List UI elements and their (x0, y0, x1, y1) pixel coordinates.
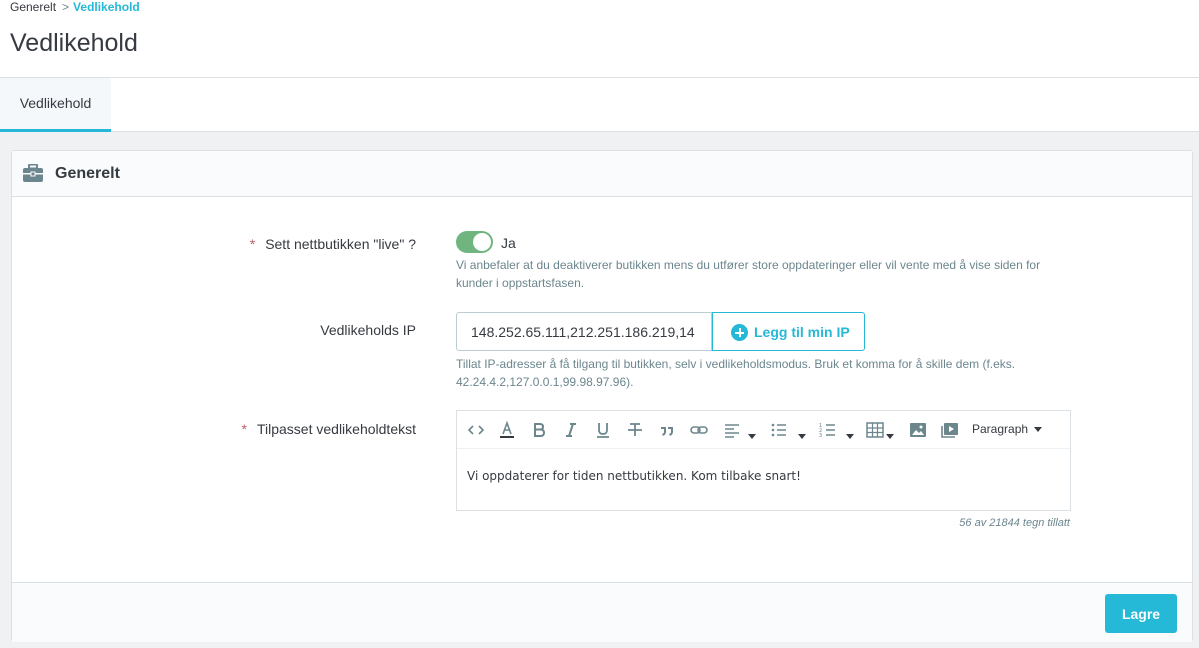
text-color-icon[interactable] (497, 420, 517, 440)
format-dropdown[interactable]: Paragraph (972, 422, 1043, 436)
toggle-knob (473, 233, 491, 251)
shop-live-help: Vi anbefaler at du deaktiverer butikken … (456, 258, 1041, 290)
link-icon[interactable] (689, 420, 709, 440)
maintenance-ip-input[interactable] (456, 312, 712, 351)
table-icon[interactable] (865, 420, 885, 440)
breadcrumb-separator: > (62, 0, 70, 14)
numbered-list-dropdown-icon[interactable] (846, 428, 854, 448)
maintenance-ip-help: Tillat IP-adresser å få tilgang til buti… (456, 357, 1016, 389)
svg-text:3: 3 (819, 433, 822, 439)
tab-vedlikehold[interactable]: Vedlikehold (0, 78, 111, 132)
video-icon[interactable] (940, 420, 960, 440)
editor-toolbar: 123 Paragraph (457, 411, 1070, 449)
align-dropdown-icon[interactable] (748, 428, 756, 448)
required-mark: * (249, 236, 256, 252)
briefcase-icon (23, 164, 43, 182)
editor-content[interactable]: Vi oppdaterer for tiden nettbutikken. Ko… (467, 469, 801, 483)
italic-icon[interactable] (561, 420, 581, 440)
strikethrough-icon[interactable] (625, 420, 645, 440)
align-left-icon[interactable] (722, 420, 742, 440)
breadcrumb-current[interactable]: Vedlikehold (73, 0, 140, 14)
underline-icon[interactable] (593, 420, 613, 440)
table-dropdown-icon[interactable] (886, 428, 894, 448)
bullet-list-icon[interactable] (769, 420, 789, 440)
breadcrumb-parent[interactable]: Generelt (10, 0, 56, 14)
save-button[interactable]: Lagre (1105, 594, 1177, 633)
bullet-list-dropdown-icon[interactable] (798, 428, 806, 448)
numbered-list-icon[interactable]: 123 (818, 420, 838, 440)
maintenance-text-label: * Tilpasset vedlikeholdtekst (241, 421, 416, 437)
shop-live-label: * Sett nettbutikken "live" ? (249, 236, 416, 252)
required-mark: * (241, 421, 247, 437)
bold-icon[interactable] (529, 420, 549, 440)
page-header: Generelt > Vedlikehold Vedlikehold (0, 0, 1199, 78)
add-my-ip-button[interactable]: Legg til min IP (712, 312, 865, 351)
card-title: Generelt (55, 165, 120, 182)
character-counter: 56 av 21844 tegn tillatt (959, 517, 1070, 529)
card-header: Generelt (12, 151, 1192, 197)
image-icon[interactable] (908, 420, 928, 440)
shop-live-toggle[interactable] (456, 231, 493, 253)
maintenance-card: Generelt * Sett nettbutikken "live" ? Ja … (11, 150, 1193, 642)
chevron-down-icon (1034, 427, 1043, 433)
plus-circle-icon (731, 324, 748, 341)
page-title: Vedlikehold (10, 29, 138, 57)
maintenance-ip-label: Vedlikeholds IP (320, 322, 416, 338)
rich-text-editor[interactable]: 123 Paragraph Vi oppdaterer for tiden ne… (456, 410, 1071, 511)
card-footer: Lagre (12, 582, 1192, 642)
breadcrumb: Generelt > Vedlikehold (10, 0, 140, 14)
shop-live-toggle-label: Ja (501, 235, 516, 251)
source-code-icon[interactable] (466, 420, 486, 440)
blockquote-icon[interactable] (657, 420, 677, 440)
tabs-bar: Vedlikehold (0, 78, 1199, 132)
